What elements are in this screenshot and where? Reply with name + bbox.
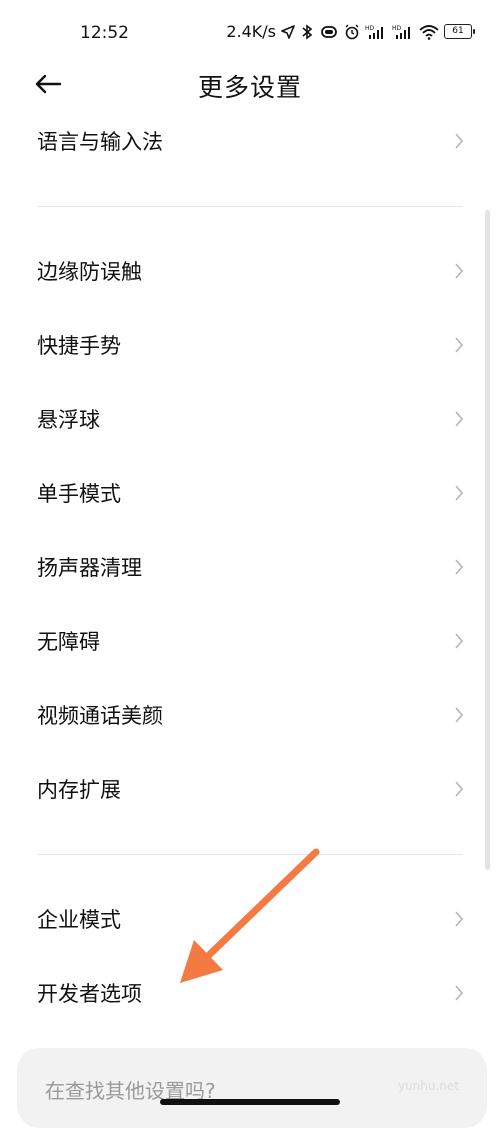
list-item-memory-extension[interactable]: 内存扩展: [0, 757, 500, 821]
chevron-right-icon: [454, 706, 464, 724]
vibrate-icon: [319, 25, 339, 39]
list-item-label: 内存扩展: [37, 778, 121, 802]
wifi-icon: [419, 24, 439, 40]
header: 更多设置: [0, 60, 500, 112]
chevron-right-icon: [454, 910, 464, 928]
list-item-label: 扬声器清理: [37, 556, 142, 580]
hd-signal-icon: HD: [392, 24, 414, 40]
list-item-label: 边缘防误触: [37, 260, 142, 284]
battery-level: 61: [452, 26, 464, 36]
list-item-accessibility[interactable]: 无障碍: [0, 609, 500, 673]
list-item-enterprise-mode[interactable]: 企业模式: [0, 887, 500, 951]
svg-text:HD: HD: [392, 25, 402, 32]
list-item-language-input[interactable]: 语言与输入法: [0, 109, 500, 173]
list-item-floating-ball[interactable]: 悬浮球: [0, 387, 500, 451]
status-icons: 2.4K/s HD HD 61: [226, 22, 475, 41]
svg-text:HD: HD: [365, 25, 375, 32]
bluetooth-icon: [300, 23, 314, 40]
chevron-right-icon: [454, 262, 464, 280]
list-item-label: 开发者选项: [37, 982, 142, 1006]
chevron-right-icon: [454, 632, 464, 650]
battery-icon: 61: [444, 24, 475, 39]
list-item-label: 语言与输入法: [37, 130, 163, 154]
net-speed: 2.4K/s: [226, 22, 276, 41]
list-item-video-call-beauty[interactable]: 视频通话美颜: [0, 683, 500, 747]
list-item-label: 视频通话美颜: [37, 704, 163, 728]
chevron-right-icon: [454, 558, 464, 576]
chevron-right-icon: [454, 336, 464, 354]
chevron-right-icon: [454, 132, 464, 150]
hd-signal-icon: HD: [365, 24, 387, 40]
list-item-label: 企业模式: [37, 908, 121, 932]
watermark: yunhu.net: [397, 1079, 459, 1093]
status-bar: 12:52 2.4K/s HD HD 61: [0, 0, 500, 60]
list-item-label: 单手模式: [37, 482, 121, 506]
divider: [37, 854, 463, 855]
location-icon: [281, 24, 295, 39]
search-box[interactable]: 在查找其他设置吗? yunhu.net: [17, 1048, 487, 1128]
chevron-right-icon: [454, 984, 464, 1002]
scrollbar[interactable]: [485, 210, 490, 870]
list-item-speaker-cleaning[interactable]: 扬声器清理: [0, 535, 500, 599]
alarm-icon: [344, 24, 360, 40]
list-item-label: 快捷手势: [37, 334, 121, 358]
list-item-developer-options[interactable]: 开发者选项: [0, 961, 500, 1025]
status-time: 12:52: [80, 23, 129, 43]
divider: [37, 206, 463, 207]
home-indicator[interactable]: [160, 1099, 340, 1105]
list-item-one-hand-mode[interactable]: 单手模式: [0, 461, 500, 525]
chevron-right-icon: [454, 410, 464, 428]
list-item-label: 无障碍: [37, 630, 100, 654]
list-item-edge-touch[interactable]: 边缘防误触: [0, 239, 500, 303]
list-item-label: 悬浮球: [37, 408, 100, 432]
list-item-gestures[interactable]: 快捷手势: [0, 313, 500, 377]
page-title: 更多设置: [197, 73, 302, 102]
chevron-right-icon: [454, 484, 464, 502]
chevron-right-icon: [454, 780, 464, 798]
